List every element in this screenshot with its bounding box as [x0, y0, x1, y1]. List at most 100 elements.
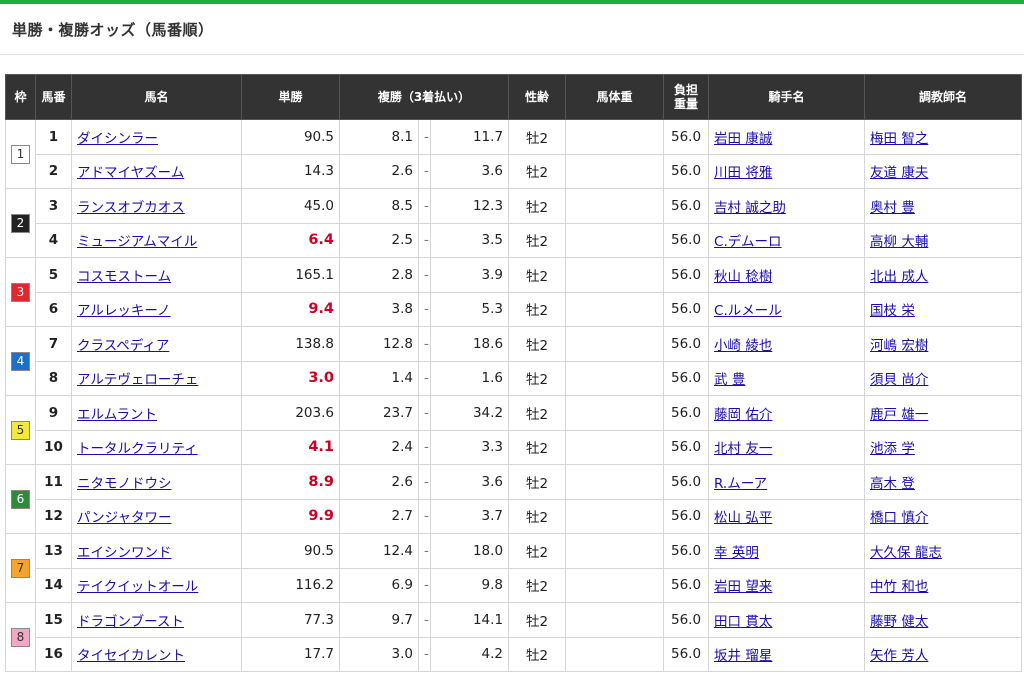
trainer-link[interactable]: 矢作 芳人	[870, 648, 928, 664]
jockey-link[interactable]: 田口 貫太	[714, 614, 772, 630]
header-trainer: 調教師名	[864, 74, 1023, 120]
win-odds: 4.1	[241, 429, 340, 465]
trainer-link[interactable]: 梅田 智之	[870, 131, 928, 147]
place-odds-low: 9.7	[339, 602, 419, 638]
place-odds-high: 3.6	[429, 153, 510, 189]
top-accent-bar	[0, 0, 1024, 4]
jockey-link[interactable]: C.デムーロ	[714, 234, 781, 250]
trainer-link[interactable]: 奥村 豊	[870, 200, 915, 216]
body-weight	[565, 360, 665, 396]
horse-name-cell: ダイシンラー	[71, 119, 242, 155]
place-odds-low: 2.4	[339, 429, 419, 465]
trainer-link[interactable]: 藤野 健太	[870, 614, 928, 630]
win-odds: 45.0	[241, 188, 340, 224]
jockey-link[interactable]: 岩田 望来	[714, 579, 772, 595]
place-odds-low: 3.0	[339, 636, 419, 672]
waku-badge: 6	[11, 489, 30, 509]
jockey-link[interactable]: 小崎 綾也	[714, 338, 772, 354]
place-odds-separator: -	[418, 636, 431, 672]
trainer-link[interactable]: 高木 登	[870, 476, 915, 492]
horse-number: 16	[35, 636, 72, 672]
trainer-link[interactable]: 大久保 龍志	[870, 545, 942, 561]
horse-name-link[interactable]: ニタモノドウシ	[77, 476, 172, 492]
jockey-cell: 北村 友一	[708, 429, 866, 465]
place-odds-low: 8.5	[339, 188, 419, 224]
horse-name-link[interactable]: クラスペディア	[77, 338, 169, 354]
place-odds-low: 8.1	[339, 119, 419, 155]
jockey-link[interactable]: R.ムーア	[714, 476, 767, 492]
table-row: 7 13 エイシンワンド 90.5 12.4-18.0 牡2 56.0 幸 英明 大久保 龍志	[5, 533, 1023, 603]
place-odds-high: 9.8	[429, 567, 510, 603]
waku-badge: 8	[11, 627, 30, 647]
place-odds-high: 3.6	[429, 464, 510, 500]
jockey-link[interactable]: 武 豊	[714, 372, 745, 388]
horse-name-link[interactable]: アルレッキーノ	[77, 303, 171, 319]
horse-name-link[interactable]: ランスオブカオス	[77, 200, 185, 216]
trainer-link[interactable]: 高柳 大輔	[870, 234, 928, 250]
jockey-link[interactable]: 藤岡 佑介	[714, 407, 772, 423]
burden-weight: 56.0	[663, 360, 710, 396]
sex-age: 牡2	[508, 602, 567, 638]
place-odds-low: 3.8	[339, 291, 419, 327]
waku-cell: 6	[5, 464, 36, 534]
place-odds-high: 34.2	[429, 395, 510, 431]
place-odds-separator: -	[418, 188, 431, 224]
horse-name-link[interactable]: ドラゴンブースト	[77, 614, 184, 630]
sex-age: 牡2	[508, 498, 567, 534]
horse-name-link[interactable]: ダイシンラー	[77, 131, 158, 147]
horse-name-cell: エイシンワンド	[71, 533, 242, 569]
jockey-link[interactable]: 北村 友一	[714, 441, 772, 457]
jockey-link[interactable]: 秋山 稔樹	[714, 269, 772, 285]
place-odds-low: 12.4	[339, 533, 419, 569]
place-odds-separator: -	[418, 291, 431, 327]
jockey-link[interactable]: C.ルメール	[714, 303, 782, 319]
horse-name-link[interactable]: トータルクラリティ	[77, 441, 198, 457]
jockey-link[interactable]: 吉村 誠之助	[714, 200, 786, 216]
horse-name-link[interactable]: エイシンワンド	[77, 545, 172, 561]
sex-age: 牡2	[508, 395, 567, 431]
table-row: 12 パンジャタワー 9.9 2.7-3.7 牡2 56.0 松山 弘平 橋口 慎介	[6, 498, 1023, 534]
trainer-link[interactable]: 北出 成人	[870, 269, 928, 285]
horse-name-link[interactable]: コスモストーム	[77, 269, 171, 285]
horse-name-link[interactable]: ミュージアムマイル	[77, 234, 197, 250]
horse-name-cell: コスモストーム	[71, 257, 242, 293]
sex-age: 牡2	[508, 636, 567, 672]
win-odds: 90.5	[241, 119, 340, 155]
trainer-link[interactable]: 友道 康夫	[870, 165, 928, 181]
horse-name-link[interactable]: エルムラント	[77, 407, 157, 423]
horse-name-link[interactable]: アドマイヤズーム	[77, 165, 184, 181]
trainer-link[interactable]: 池添 学	[870, 441, 915, 457]
jockey-link[interactable]: 川田 将雅	[714, 165, 772, 181]
jockey-link[interactable]: 坂井 瑠星	[714, 648, 772, 664]
horse-name-link[interactable]: タイセイカレント	[77, 648, 185, 664]
trainer-link[interactable]: 国枝 栄	[870, 303, 915, 319]
body-weight	[565, 636, 665, 672]
horse-name-link[interactable]: アルテヴェローチェ	[77, 372, 198, 388]
place-odds-high: 1.6	[429, 360, 510, 396]
jockey-cell: 幸 英明	[708, 533, 866, 569]
trainer-link[interactable]: 須貝 尚介	[870, 372, 928, 388]
jockey-link[interactable]: 松山 弘平	[714, 510, 772, 526]
body-weight	[565, 429, 665, 465]
trainer-link[interactable]: 中竹 和也	[870, 579, 928, 595]
trainer-link[interactable]: 河嶋 宏樹	[870, 338, 928, 354]
horse-number: 13	[35, 533, 72, 569]
trainer-link[interactable]: 橋口 慎介	[870, 510, 928, 526]
jockey-link[interactable]: 岩田 康誠	[714, 131, 772, 147]
trainer-cell: 友道 康夫	[864, 153, 1023, 189]
win-odds: 6.4	[241, 222, 340, 258]
header-waku: 枠	[5, 74, 36, 120]
burden-weight: 56.0	[663, 395, 710, 431]
place-odds-low: 2.6	[339, 464, 419, 500]
horse-number: 6	[35, 291, 72, 327]
horse-name-cell: アドマイヤズーム	[71, 153, 242, 189]
win-odds: 77.3	[241, 602, 340, 638]
header-body-weight: 馬体重	[565, 74, 665, 120]
place-odds-low: 2.6	[339, 153, 419, 189]
horse-name-link[interactable]: パンジャタワー	[77, 510, 172, 526]
win-odds: 8.9	[241, 464, 340, 500]
header-sex-age: 性齢	[508, 74, 567, 120]
jockey-link[interactable]: 幸 英明	[714, 545, 759, 561]
horse-name-link[interactable]: テイクイットオール	[77, 579, 198, 595]
trainer-link[interactable]: 鹿戸 雄一	[870, 407, 928, 423]
